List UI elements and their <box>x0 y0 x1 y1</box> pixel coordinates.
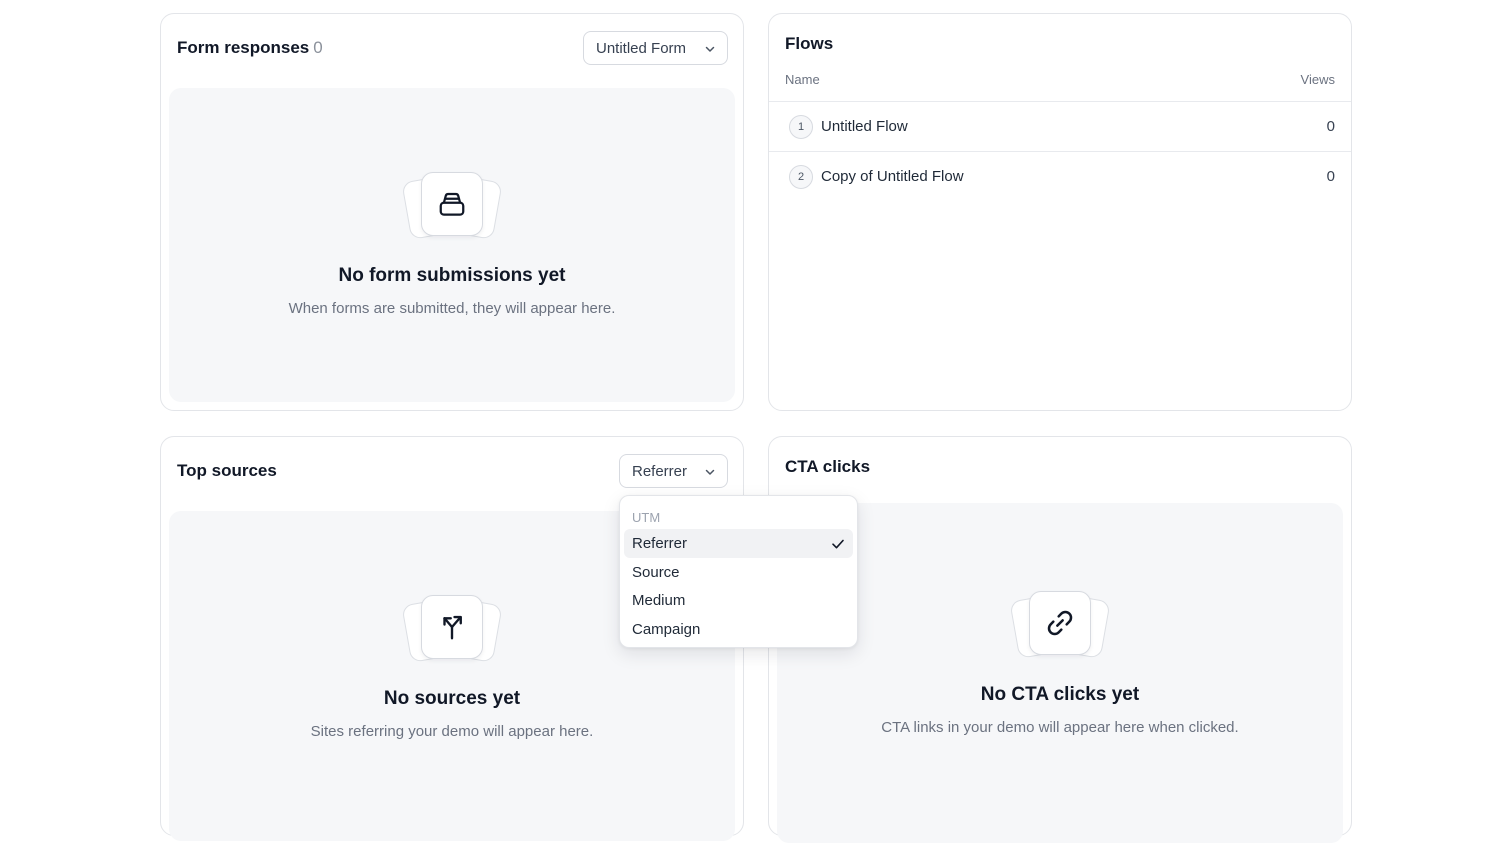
form-select-value: Untitled Form <box>596 39 687 57</box>
link-icon <box>1047 610 1073 636</box>
flow-name: Untitled Flow <box>821 118 908 135</box>
dropdown-option-campaign[interactable]: Campaign <box>624 615 853 644</box>
dropdown-option-source[interactable]: Source <box>624 558 853 587</box>
dropdown-option-referrer[interactable]: Referrer <box>624 529 853 558</box>
sources-empty-title: No sources yet <box>383 688 521 709</box>
form-select[interactable]: Untitled Form <box>583 31 728 65</box>
cta-empty-desc: CTA links in your demo will appear here … <box>881 719 1239 736</box>
form-responses-title: Form responses 0 <box>177 38 323 58</box>
dropdown-option-label: Source <box>632 564 680 581</box>
dropdown-option-medium[interactable]: Medium <box>624 586 853 615</box>
form-responses-empty-state: No form submissions yet When forms are s… <box>169 88 735 402</box>
flow-views: 0 <box>1326 168 1335 185</box>
source-type-dropdown-menu: UTM Referrer Source Medium Campaign <box>619 495 858 648</box>
dropdown-option-label: Medium <box>632 592 686 609</box>
flows-col-name: Name <box>785 72 820 87</box>
table-row[interactable]: 2 Copy of Untitled Flow 0 <box>769 151 1351 201</box>
split-arrow-icon <box>443 615 462 640</box>
cta-clicks-empty-state: No CTA clicks yet CTA links in your demo… <box>777 503 1343 843</box>
flow-index-badge: 1 <box>789 115 813 139</box>
form-empty-desc: When forms are submitted, they will appe… <box>288 300 616 317</box>
form-responses-card: Form responses 0 Untitled Form No form su… <box>160 13 744 411</box>
form-empty-title: No form submissions yet <box>338 265 566 286</box>
inbox-icon <box>439 192 465 216</box>
flows-card: Flows Name Views 1 Untitled Flow 0 2 Cop… <box>768 13 1352 411</box>
flow-name: Copy of Untitled Flow <box>821 168 964 185</box>
dropdown-option-label: Referrer <box>632 535 688 552</box>
sources-empty-desc: Sites referring your demo will appear he… <box>310 723 594 740</box>
table-row[interactable]: 1 Untitled Flow 0 <box>769 101 1351 151</box>
chevron-down-icon <box>705 469 715 475</box>
form-responses-title-text: Form responses <box>177 38 310 57</box>
source-type-select[interactable]: Referrer <box>619 454 728 488</box>
form-responses-count: 0 <box>313 38 323 57</box>
flow-index-badge: 2 <box>789 165 813 189</box>
chevron-down-icon <box>705 46 715 52</box>
flows-col-views: Views <box>1300 72 1335 87</box>
top-sources-title: Top sources <box>177 461 277 480</box>
empty-icon-stack <box>401 595 503 663</box>
flow-views: 0 <box>1326 118 1335 135</box>
dropdown-option-label: Campaign <box>632 621 701 638</box>
dropdown-group-label: UTM <box>632 510 661 525</box>
empty-icon-stack <box>401 172 503 240</box>
flows-title: Flows <box>785 34 834 53</box>
cta-clicks-title: CTA clicks <box>785 457 871 476</box>
check-icon <box>832 539 844 549</box>
empty-icon-stack <box>1009 591 1111 659</box>
source-type-select-value: Referrer <box>632 462 688 480</box>
cta-empty-title: No CTA clicks yet <box>980 684 1140 705</box>
